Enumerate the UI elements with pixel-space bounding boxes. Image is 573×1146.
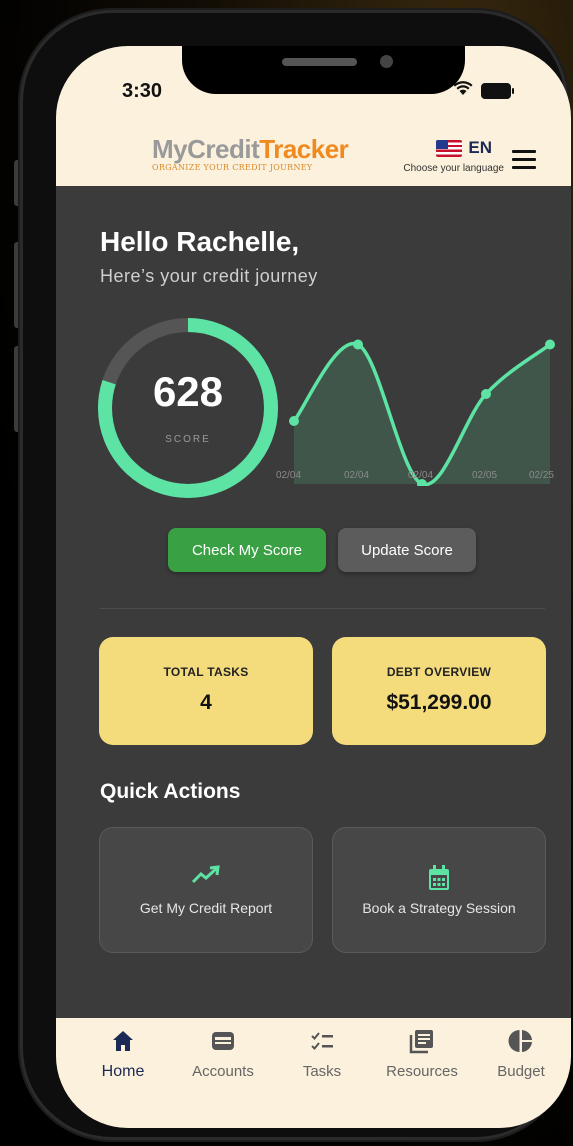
speaker [282,58,357,66]
nav-budget[interactable]: Budget [476,1028,566,1080]
calendar-icon [333,864,545,890]
quick-actions-title: Quick Actions [100,780,241,803]
get-credit-report-action[interactable]: Get My Credit Report [99,827,313,953]
chart-x-tick-label: 02/04 [344,470,369,481]
credit-score-value: 628 [152,368,224,415]
section-divider [100,608,545,609]
nav-accounts[interactable]: Accounts [178,1028,268,1080]
home-icon [113,1031,133,1051]
pie-chart-icon [508,1030,532,1052]
total-tasks-title: TOTAL TASKS [163,665,249,679]
battery-icon [481,82,514,99]
chart-area-fill [294,343,550,485]
status-icons [453,80,514,101]
camera [380,55,393,68]
wallet-icon [212,1032,234,1050]
logo-text-part2: Tracker [259,134,349,164]
debt-overview-value: $51,299.00 [386,691,492,714]
debt-overview-title: DEBT OVERVIEW [386,665,492,679]
chart-point [289,416,299,426]
total-tasks-card[interactable]: TOTAL TASKS 4 [99,637,313,745]
chart-point [353,339,363,350]
nav-tasks-label: Tasks [302,1063,342,1080]
language-hint: Choose your language [403,163,504,174]
notch [182,46,465,94]
nav-home[interactable]: Home [78,1028,168,1081]
check-my-score-button[interactable]: Check My Score [168,528,326,572]
greeting-title: Hello Rachelle, [100,226,300,257]
nav-resources-label: Resources [386,1063,458,1080]
status-time: 3:30 [122,80,163,102]
chart-point [545,339,555,350]
language-selector[interactable]: EN Choose your language [384,138,504,174]
book-strategy-session-action[interactable]: Book a Strategy Session [332,827,546,953]
update-score-button[interactable]: Update Score [338,528,476,572]
chart-x-tick-label: 02/04 [276,470,301,481]
chart-x-tick-label: 02/25 [529,470,554,481]
nav-budget-label: Budget [497,1063,545,1080]
trending-up-icon [100,864,312,888]
credit-score-label: SCORE [165,434,211,445]
nav-tasks[interactable]: Tasks [277,1028,367,1080]
total-tasks-value: 4 [200,691,212,714]
chart-x-tick-label: 02/05 [472,470,497,481]
logo-text-part1: MyCredit [152,134,260,164]
app-screen: 3:30 MyCreditTracker ORGANIZE YOUR CREDI… [56,46,571,1128]
wifi-icon [453,80,473,101]
app-logo: MyCreditTracker ORGANIZE YOUR CREDIT JOU… [152,134,362,172]
bottom-navigation: Home Accounts Tasks Resources Budget [56,1018,571,1128]
score-history-chart: 02/04 02/04 02/04 02/05 02/25 [276,339,555,486]
nav-accounts-label: Accounts [192,1063,254,1080]
chart-point [481,389,491,399]
checklist-icon [311,1032,333,1050]
nav-resources[interactable]: Resources [377,1028,467,1080]
book-strategy-session-label: Book a Strategy Session [362,900,516,916]
hamburger-menu-icon[interactable] [512,150,536,174]
language-code: EN [468,138,492,157]
get-credit-report-label: Get My Credit Report [139,900,273,916]
chart-x-tick-label: 02/04 [408,470,433,481]
debt-overview-card[interactable]: DEBT OVERVIEW $51,299.00 [332,637,546,745]
phone-frame: 3:30 MyCreditTracker ORGANIZE YOUR CREDI… [20,10,571,1140]
us-flag-icon [436,139,463,157]
library-icon [409,1030,433,1054]
nav-home-label: Home [101,1063,145,1080]
greeting-subtitle: Here’s your credit journey [100,266,318,286]
